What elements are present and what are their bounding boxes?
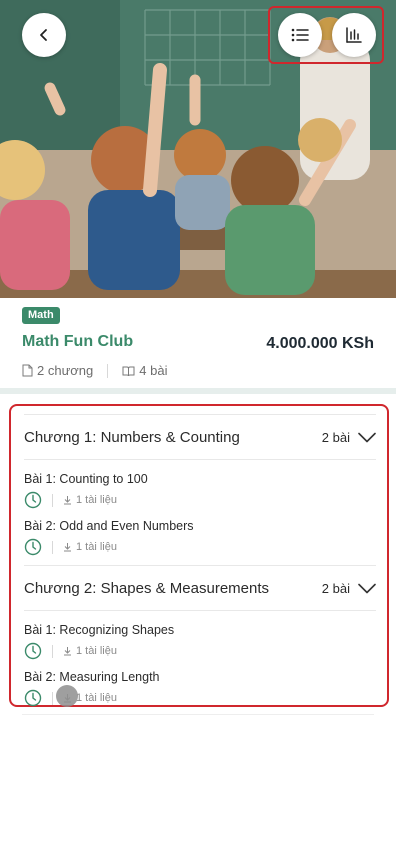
lesson-documents[interactable]: 1 tài liệu bbox=[63, 494, 117, 506]
lesson-documents[interactable]: 1 tài liệu bbox=[63, 645, 117, 657]
lesson-item[interactable]: Bài 2: Odd and Even Numbers 1 tài liệu bbox=[24, 519, 376, 556]
chapter-title: Chương 1: Numbers & Counting bbox=[24, 428, 240, 446]
chevron-left-icon bbox=[40, 29, 47, 41]
course-title: Math Fun Club bbox=[22, 333, 134, 350]
course-price: 4.000.000 KSh bbox=[266, 335, 374, 352]
course-cover-image bbox=[0, 0, 396, 298]
lesson-title: Bài 1: Recognizing Shapes bbox=[24, 623, 175, 637]
curriculum-section: Chương 1: Numbers & Counting 2 bài Bài 1… bbox=[9, 404, 389, 707]
book-icon bbox=[122, 366, 135, 376]
clock-icon bbox=[24, 689, 42, 707]
chapter-1-header[interactable]: Chương 1: Numbers & Counting 2 bài bbox=[24, 414, 376, 460]
chapter-title: Chương 2: Shapes & Measurements bbox=[24, 579, 270, 597]
touch-indicator bbox=[56, 685, 78, 707]
chapter-toggle: 2 bài bbox=[322, 581, 376, 596]
bottom-divider bbox=[22, 714, 374, 715]
chapter-2-header[interactable]: Chương 2: Shapes & Measurements 2 bài bbox=[24, 565, 376, 611]
clock-icon bbox=[24, 538, 42, 556]
meta-divider bbox=[52, 644, 53, 658]
meta-divider bbox=[52, 540, 53, 554]
chapter-toggle: 2 bài bbox=[322, 430, 376, 445]
course-meta: 2 chương 4 bài bbox=[22, 363, 167, 378]
chapter-lesson-count: 2 bài bbox=[321, 580, 350, 596]
meta-divider bbox=[52, 493, 53, 507]
clock-icon bbox=[24, 642, 42, 660]
lesson-item[interactable]: Bài 2: Measuring Length 1 tài liệu bbox=[24, 670, 376, 707]
header-actions-highlight bbox=[268, 6, 384, 64]
lesson-meta: 1 tài liệu bbox=[24, 538, 376, 556]
course-info: Math Math Fun Club 4.000.000 KSh 2 chươn… bbox=[0, 298, 396, 388]
document-icon bbox=[22, 364, 33, 377]
lesson-item[interactable]: Bài 1: Recognizing Shapes 1 tài liệu bbox=[24, 623, 376, 660]
lessons-count: 4 bài bbox=[122, 363, 167, 378]
download-icon bbox=[64, 647, 71, 656]
chevron-down-icon bbox=[358, 432, 376, 442]
meta-divider bbox=[107, 363, 109, 378]
download-icon bbox=[64, 543, 71, 552]
subject-badge: Math bbox=[22, 307, 60, 324]
back-button[interactable] bbox=[22, 13, 66, 57]
chapters-count: 2 chương bbox=[22, 363, 93, 378]
lesson-meta: 1 tài liệu bbox=[24, 491, 376, 509]
download-icon bbox=[64, 496, 71, 505]
lesson-meta: 1 tài liệu bbox=[24, 642, 376, 660]
lesson-title: Bài 2: Measuring Length bbox=[24, 670, 160, 684]
lesson-documents[interactable]: 1 tài liệu bbox=[63, 541, 117, 553]
lesson-title: Bài 2: Odd and Even Numbers bbox=[24, 519, 194, 533]
meta-divider bbox=[52, 691, 53, 705]
chevron-down-icon bbox=[358, 583, 376, 593]
lesson-item[interactable]: Bài 1: Counting to 100 1 tài liệu bbox=[24, 472, 376, 509]
lesson-title: Bài 1: Counting to 100 bbox=[24, 472, 148, 486]
section-divider bbox=[0, 388, 396, 394]
chapter-lesson-count: 2 bài bbox=[321, 429, 350, 445]
clock-icon bbox=[24, 491, 42, 509]
